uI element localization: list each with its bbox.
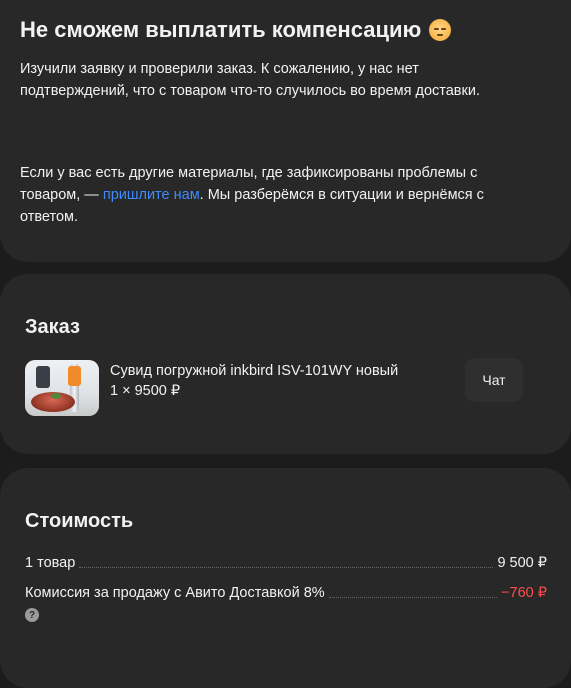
product-quantity-price: 1 × 9500 ₽ xyxy=(110,383,181,399)
message-title: Не сможем выплатить компенсацию xyxy=(20,16,551,44)
cost-value: 9 500 ₽ xyxy=(497,555,547,571)
cost-row-items: 1 товар 9 500 ₽ xyxy=(25,554,547,572)
commission-label: Комиссия за продажу с Авито Доставкой 8% xyxy=(25,585,325,601)
dotted-leader xyxy=(79,567,494,568)
message-paragraph-2: Если у вас есть другие материалы, где за… xyxy=(20,162,515,228)
commission-value: −760 ₽ xyxy=(501,585,547,601)
cost-row-commission: Комиссия за продажу с Авито Доставкой 8%… xyxy=(25,584,547,602)
message-title-text: Не сможем выплатить компенсацию xyxy=(20,17,422,42)
order-item-info: Сувид погружной inkbird ISV-101WY новый … xyxy=(110,361,398,401)
chat-button[interactable]: Чат xyxy=(465,358,523,402)
product-thumbnail[interactable] xyxy=(25,360,99,416)
compensation-message-card: Не сможем выплатить компенсацию Изучили … xyxy=(0,0,571,262)
question-help-icon[interactable]: ? xyxy=(25,608,39,622)
order-item[interactable]: Сувид погружной inkbird ISV-101WY новый … xyxy=(25,358,547,416)
cost-section-title: Стоимость xyxy=(25,510,134,532)
pensive-face-icon xyxy=(429,19,452,41)
order-section-title: Заказ xyxy=(25,316,80,338)
order-card: Заказ Сувид погружной inkbird ISV-101WY … xyxy=(0,274,571,454)
cost-label: 1 товар xyxy=(25,555,76,571)
cost-card: Стоимость 1 товар 9 500 ₽ Комиссия за пр… xyxy=(0,468,571,688)
message-paragraph-1: Изучили заявку и проверили заказ. К сожа… xyxy=(20,61,480,99)
dotted-leader xyxy=(328,597,498,598)
product-name[interactable]: Сувид погружной inkbird ISV-101WY новый xyxy=(110,361,398,381)
send-to-us-link[interactable]: пришлите нам xyxy=(103,187,200,203)
